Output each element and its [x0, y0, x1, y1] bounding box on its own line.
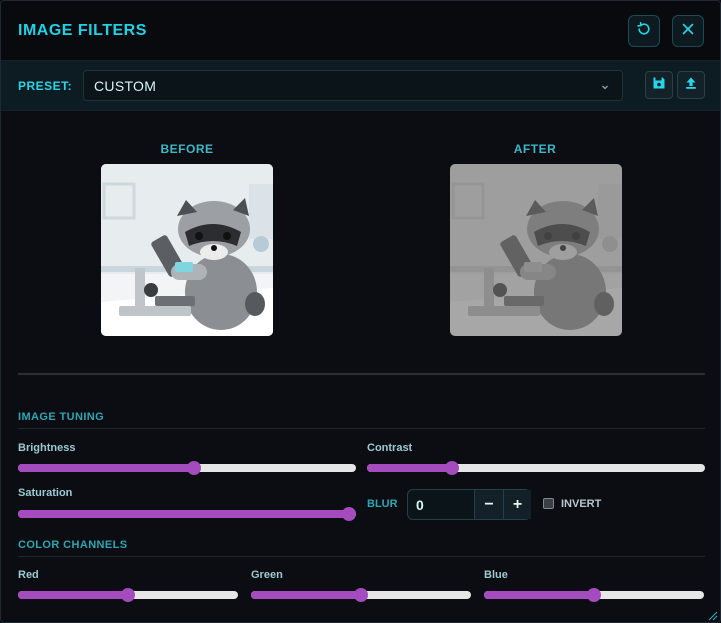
color-channels-rule	[18, 556, 705, 557]
before-image	[101, 164, 273, 336]
contrast-label: Contrast	[367, 442, 413, 454]
before-label: BEFORE	[160, 142, 214, 156]
blur-decrement-button[interactable]: −	[475, 490, 503, 519]
close-icon	[680, 21, 696, 42]
red-slider-handle[interactable]	[121, 588, 135, 602]
red-label: Red	[18, 569, 39, 581]
preset-bar: PRESET: CUSTOM	[1, 61, 720, 111]
contrast-slider-handle[interactable]	[444, 461, 459, 475]
export-preset-button[interactable]	[677, 71, 705, 99]
red-slider[interactable]	[18, 588, 238, 602]
green-slider-handle[interactable]	[354, 588, 368, 602]
saturation-slider-handle[interactable]	[342, 507, 357, 521]
image-tuning-rule	[18, 428, 705, 429]
saturation-label: Saturation	[18, 487, 73, 499]
upload-icon	[684, 76, 698, 95]
color-channels-heading: COLOR CHANNELS	[18, 539, 128, 551]
blue-label: Blue	[484, 569, 508, 581]
blur-label: BLUR	[367, 498, 398, 510]
preset-value: CUSTOM	[94, 78, 157, 94]
after-image	[450, 164, 622, 336]
brightness-slider-handle[interactable]	[186, 461, 201, 475]
reset-button[interactable]	[628, 15, 660, 47]
invert-checkbox[interactable]	[543, 498, 554, 509]
blur-value[interactable]: 0	[416, 497, 424, 513]
after-label: AFTER	[513, 142, 557, 156]
reset-icon	[636, 21, 652, 42]
resize-grip-icon[interactable]	[706, 608, 718, 621]
window-title: IMAGE FILTERS	[18, 22, 147, 39]
image-tuning-heading: IMAGE TUNING	[18, 411, 105, 423]
section-divider	[18, 373, 705, 375]
blur-increment-button[interactable]: +	[503, 490, 531, 519]
preset-select[interactable]: CUSTOM	[83, 70, 623, 101]
contrast-slider[interactable]	[367, 461, 705, 475]
title-bar: IMAGE FILTERS	[1, 1, 720, 61]
image-filters-window: IMAGE FILTERS PRESET: CUSTOM BEFORE AFTE…	[0, 0, 721, 623]
blue-slider[interactable]	[484, 588, 704, 602]
brightness-slider[interactable]	[18, 461, 356, 475]
close-button[interactable]	[672, 15, 704, 47]
saturation-slider[interactable]	[18, 507, 357, 521]
save-preset-button[interactable]	[645, 71, 673, 99]
blur-stepper[interactable]: 0 − +	[407, 489, 531, 520]
green-slider[interactable]	[251, 588, 471, 602]
invert-label[interactable]: INVERT	[561, 498, 601, 510]
brightness-label: Brightness	[18, 442, 76, 454]
chevron-down-icon	[600, 79, 610, 90]
preset-label: PRESET:	[18, 79, 73, 93]
save-icon	[652, 76, 666, 95]
blue-slider-handle[interactable]	[587, 588, 601, 602]
green-label: Green	[251, 569, 283, 581]
